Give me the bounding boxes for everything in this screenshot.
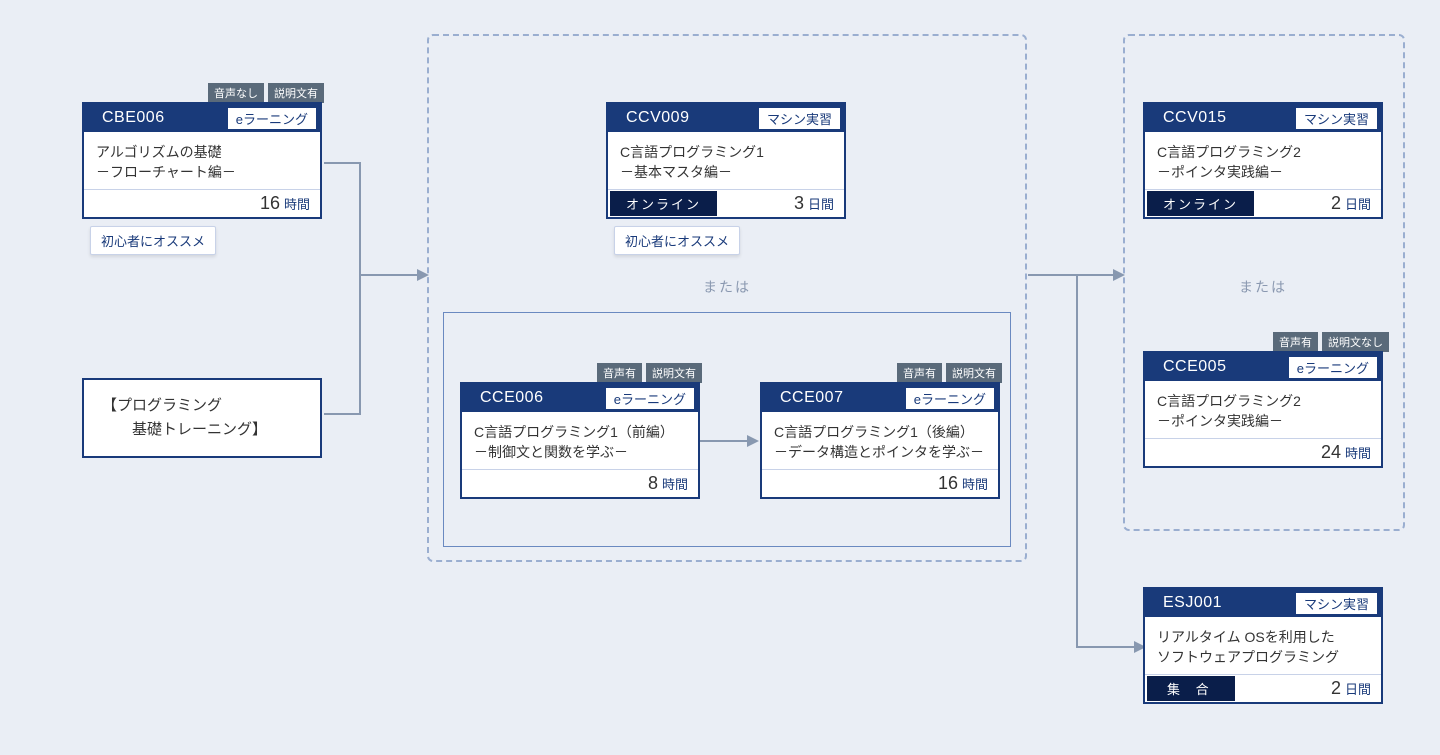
category-line2: 基礎トレーニング】 xyxy=(102,418,302,442)
tag-desc-yes: 説明文有 xyxy=(646,363,702,383)
course-footer: 8 時間 xyxy=(462,469,698,497)
course-title2: －制御文と関数を学ぶ－ xyxy=(474,442,686,462)
course-body: C言語プログラミング2 －ポインタ実践編－ xyxy=(1145,381,1381,438)
course-header: CCV009 マシン実習 xyxy=(608,104,844,132)
course-cbe006[interactable]: CBE006 eラーニング アルゴリズムの基礎 －フローチャート編－ 16 時間 xyxy=(82,102,322,219)
tag-audio-yes: 音声有 xyxy=(897,363,942,383)
course-type: eラーニング xyxy=(227,107,317,130)
course-footer: 16 時間 xyxy=(762,469,998,497)
duration-num: 2 xyxy=(1331,678,1341,699)
tag-audio-yes: 音声有 xyxy=(597,363,642,383)
duration-num: 24 xyxy=(1321,442,1341,463)
course-title2: －フローチャート編－ xyxy=(96,162,308,182)
course-footer: 集 合 2 日間 xyxy=(1145,674,1381,702)
category-line1: 【プログラミング xyxy=(102,394,302,418)
tag-desc-yes: 説明文有 xyxy=(268,83,324,103)
course-code: CCE005 xyxy=(1145,358,1226,376)
course-footer: 16 時間 xyxy=(84,189,320,217)
course-header: CCE007 eラーニング xyxy=(762,384,998,412)
course-code: CCE007 xyxy=(762,389,843,407)
course-header: CBE006 eラーニング xyxy=(84,104,320,132)
course-title1: C言語プログラミング1 xyxy=(620,142,832,162)
course-header: CCE006 eラーニング xyxy=(462,384,698,412)
course-body: アルゴリズムの基礎 －フローチャート編－ xyxy=(84,132,320,189)
course-header: ESJ001 マシン実習 xyxy=(1145,589,1381,617)
duration-unit: 時間 xyxy=(662,474,688,493)
course-body: C言語プログラミング1（後編） －データ構造とポインタを学ぶ－ xyxy=(762,412,998,469)
duration-num: 2 xyxy=(1331,193,1341,214)
course-body: C言語プログラミング1 －基本マスタ編－ xyxy=(608,132,844,189)
duration-num: 16 xyxy=(938,473,958,494)
duration-unit: 時間 xyxy=(962,474,988,493)
course-title1: リアルタイム OSを利用した xyxy=(1157,627,1369,647)
pretags-cce005: 音声有 説明文なし xyxy=(1273,332,1389,352)
or-label-1: または xyxy=(692,277,762,297)
course-code: CBE006 xyxy=(84,109,165,127)
duration-num: 8 xyxy=(648,473,658,494)
course-footer: オンライン 3 日間 xyxy=(608,189,844,217)
course-title2: －ポインタ実践編－ xyxy=(1157,162,1369,182)
duration-unit: 日間 xyxy=(808,194,834,213)
recommend-badge-ccv009: 初心者にオススメ xyxy=(614,226,740,255)
course-header: CCE005 eラーニング xyxy=(1145,353,1381,381)
pretags-cce007: 音声有 説明文有 xyxy=(897,363,1002,383)
course-footer: 24 時間 xyxy=(1145,438,1381,466)
course-ccv015[interactable]: CCV015 マシン実習 C言語プログラミング2 －ポインタ実践編－ オンライン… xyxy=(1143,102,1383,219)
course-code: CCV009 xyxy=(608,109,689,127)
course-title1: C言語プログラミング2 xyxy=(1157,391,1369,411)
duration-unit: 日間 xyxy=(1345,194,1371,213)
course-title2: －基本マスタ編－ xyxy=(620,162,832,182)
duration-unit: 時間 xyxy=(1345,443,1371,462)
course-format: オンライン xyxy=(610,191,717,216)
course-code: ESJ001 xyxy=(1145,594,1222,612)
duration-unit: 日間 xyxy=(1345,679,1371,698)
course-type: eラーニング xyxy=(605,387,695,410)
course-title1: アルゴリズムの基礎 xyxy=(96,142,308,162)
or-label-2: または xyxy=(1228,277,1298,297)
course-title2: ソフトウェアプログラミング xyxy=(1157,647,1369,667)
duration-num: 3 xyxy=(794,193,804,214)
course-code: CCE006 xyxy=(462,389,543,407)
tag-desc-yes: 説明文有 xyxy=(946,363,1002,383)
course-type: マシン実習 xyxy=(1295,592,1378,615)
tag-desc-no: 説明文なし xyxy=(1322,332,1389,352)
course-title1: C言語プログラミング1（後編） xyxy=(774,422,986,442)
course-title1: C言語プログラミング2 xyxy=(1157,142,1369,162)
course-esj001[interactable]: ESJ001 マシン実習 リアルタイム OSを利用した ソフトウェアプログラミン… xyxy=(1143,587,1383,704)
duration-num: 16 xyxy=(260,193,280,214)
course-title1: C言語プログラミング1（前編） xyxy=(474,422,686,442)
course-body: リアルタイム OSを利用した ソフトウェアプログラミング xyxy=(1145,617,1381,674)
duration-unit: 時間 xyxy=(284,194,310,213)
course-header: CCV015 マシン実習 xyxy=(1145,104,1381,132)
recommend-badge-cbe006: 初心者にオススメ xyxy=(90,226,216,255)
category-box: 【プログラミング 基礎トレーニング】 xyxy=(82,378,322,458)
pretags-cbe006: 音声なし 説明文有 xyxy=(208,83,324,103)
course-code: CCV015 xyxy=(1145,109,1226,127)
course-ccv009[interactable]: CCV009 マシン実習 C言語プログラミング1 －基本マスタ編－ オンライン … xyxy=(606,102,846,219)
course-type: eラーニング xyxy=(905,387,995,410)
course-body: C言語プログラミング2 －ポインタ実践編－ xyxy=(1145,132,1381,189)
course-cce007[interactable]: CCE007 eラーニング C言語プログラミング1（後編） －データ構造とポイン… xyxy=(760,382,1000,499)
course-format: 集 合 xyxy=(1147,676,1235,701)
course-footer: オンライン 2 日間 xyxy=(1145,189,1381,217)
course-cce006[interactable]: CCE006 eラーニング C言語プログラミング1（前編） －制御文と関数を学ぶ… xyxy=(460,382,700,499)
course-type: マシン実習 xyxy=(758,107,841,130)
pretags-cce006: 音声有 説明文有 xyxy=(597,363,702,383)
course-type: マシン実習 xyxy=(1295,107,1378,130)
course-body: C言語プログラミング1（前編） －制御文と関数を学ぶ－ xyxy=(462,412,698,469)
course-title2: －ポインタ実践編－ xyxy=(1157,411,1369,431)
tag-audio-no: 音声なし xyxy=(208,83,264,103)
course-title2: －データ構造とポインタを学ぶ－ xyxy=(774,442,986,462)
course-cce005[interactable]: CCE005 eラーニング C言語プログラミング2 －ポインタ実践編－ 24 時… xyxy=(1143,351,1383,468)
course-format: オンライン xyxy=(1147,191,1254,216)
course-type: eラーニング xyxy=(1288,356,1378,379)
tag-audio-yes: 音声有 xyxy=(1273,332,1318,352)
